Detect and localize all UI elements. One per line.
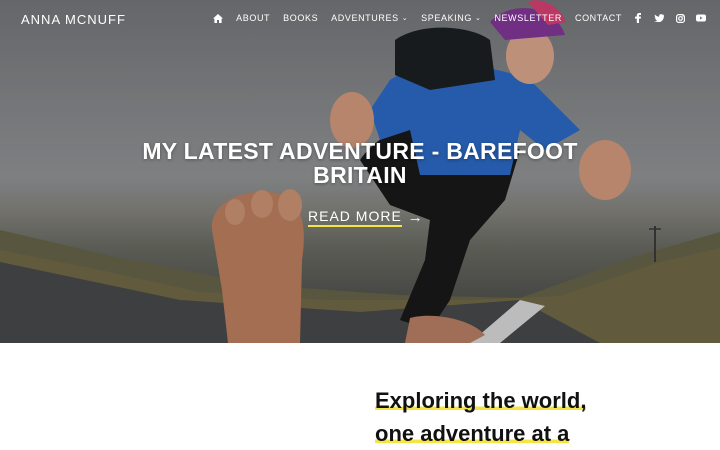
hero-banner: ANNA MCNUFF ABOUT BOOKS ADVENTURES ⌄ SPEA… — [0, 0, 720, 343]
facebook-icon[interactable] — [633, 13, 643, 23]
nav-speaking-label: SPEAKING — [421, 13, 472, 23]
arrow-right-icon: → — [407, 209, 424, 226]
nav-books[interactable]: BOOKS — [283, 13, 318, 23]
nav-adventures-label: ADVENTURES — [331, 13, 399, 23]
nav-speaking[interactable]: SPEAKING ⌄ — [421, 13, 481, 23]
nav-newsletter-label: NEWSLETTER — [494, 13, 562, 23]
nav-about[interactable]: ABOUT — [236, 13, 270, 23]
read-more-link[interactable]: READ MORE → — [308, 208, 424, 227]
intro-heading-line1: Exploring the world, — [375, 388, 587, 413]
top-navigation: ANNA MCNUFF ABOUT BOOKS ADVENTURES ⌄ SPEA… — [0, 0, 720, 40]
nav-books-label: BOOKS — [283, 13, 319, 23]
nav-newsletter[interactable]: NEWSLETTER — [494, 13, 562, 23]
chevron-down-icon: ⌄ — [401, 15, 409, 22]
home-icon[interactable] — [213, 13, 224, 23]
nav-about-label: ABOUT — [236, 13, 271, 23]
hero-headline-line1: MY LATEST ADVENTURE - BAREFOOT — [142, 138, 578, 164]
twitter-icon[interactable] — [654, 13, 664, 23]
intro-heading-line2: one adventure at a — [375, 421, 570, 446]
youtube-icon[interactable] — [696, 13, 706, 23]
nav-contact[interactable]: CONTACT — [575, 13, 622, 23]
chevron-down-icon: ⌄ — [474, 15, 482, 22]
hero-headline: MY LATEST ADVENTURE - BAREFOOT BRITAIN — [0, 139, 720, 187]
nav-adventures[interactable]: ADVENTURES ⌄ — [331, 13, 408, 23]
hero-headline-line2: BRITAIN — [313, 162, 407, 188]
nav-contact-label: CONTACT — [574, 13, 622, 23]
intro-heading: Exploring the world, one adventure at a — [375, 384, 705, 450]
main-menu: ABOUT BOOKS ADVENTURES ⌄ SPEAKING ⌄ NEWSLE… — [200, 13, 706, 23]
site-logo[interactable]: ANNA MCNUFF — [21, 12, 126, 27]
read-more-label: READ MORE — [308, 208, 402, 227]
instagram-icon[interactable] — [675, 13, 685, 23]
